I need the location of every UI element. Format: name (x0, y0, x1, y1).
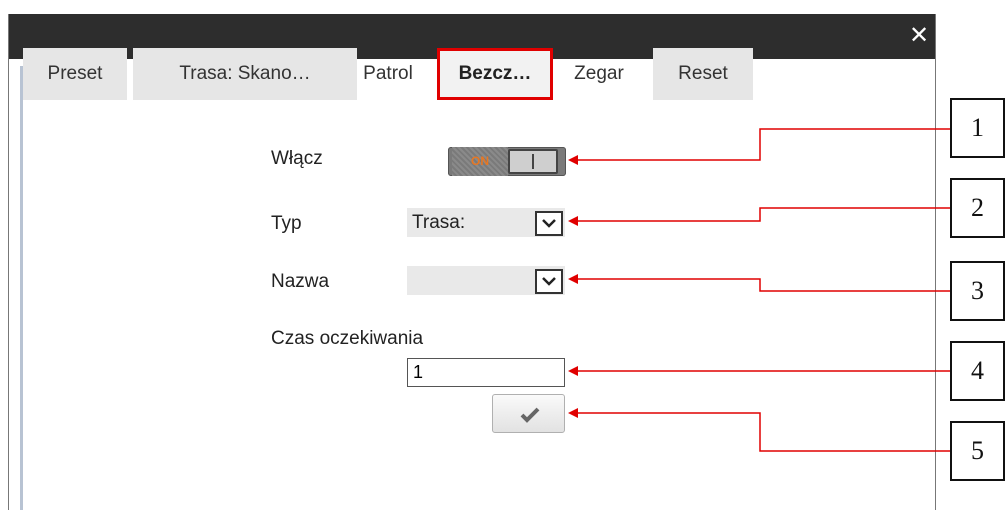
callout-5: 5 (950, 421, 1005, 481)
callout-3: 3 (950, 261, 1005, 321)
callout-4: 4 (950, 341, 1005, 401)
callout-2: 2 (950, 178, 1005, 238)
callout-1: 1 (950, 98, 1005, 158)
callout-leader-lines (568, 128, 950, 452)
